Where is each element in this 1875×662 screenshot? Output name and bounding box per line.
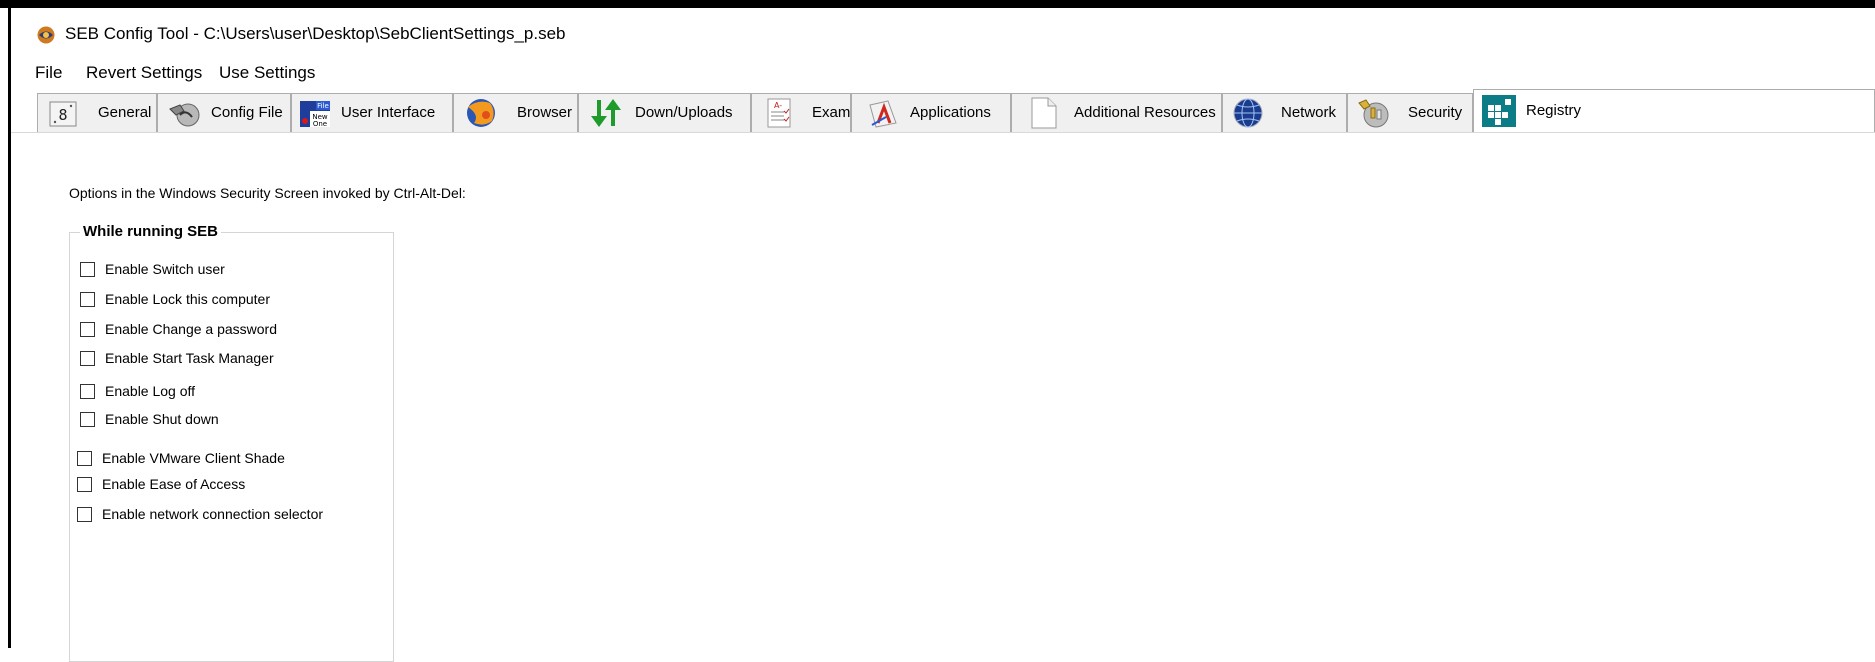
checkbox-label: Enable Shut down <box>105 411 219 427</box>
general-icon: 8 <box>49 101 77 127</box>
tab-label: Config File <box>211 104 283 121</box>
group-title: While running SEB <box>80 223 221 240</box>
tab-browser[interactable]: Browser <box>453 93 578 132</box>
tab-label: Browser <box>517 104 573 121</box>
checkbox-vmware-shade[interactable]: Enable VMware Client Shade <box>77 450 285 466</box>
checkbox-box[interactable] <box>80 350 95 366</box>
checkbox-box[interactable] <box>80 321 95 337</box>
tab-user-interface[interactable]: File New One User Interface <box>291 93 453 132</box>
down-uploads-icon <box>591 99 621 127</box>
app-window: SEB Config Tool - C:\Users\user\Desktop\… <box>11 8 1875 662</box>
checkbox-change-password[interactable]: Enable Change a password <box>80 321 277 337</box>
config-file-icon <box>169 103 200 127</box>
tab-label: User Interface <box>341 104 436 121</box>
checkbox-box[interactable] <box>77 506 92 522</box>
ctrl-alt-del-intro: Options in the Windows Security Screen i… <box>69 185 466 201</box>
checkbox-switch-user[interactable]: Enable Switch user <box>80 261 225 277</box>
tab-registry[interactable]: Registry <box>1473 89 1875 132</box>
browser-icon <box>467 99 495 127</box>
tab-label: Registry <box>1526 102 1582 119</box>
checkbox-box[interactable] <box>77 450 92 466</box>
applications-icon <box>869 100 897 128</box>
tab-label: General <box>98 104 152 121</box>
checkbox-label: Enable Ease of Access <box>102 476 246 492</box>
tab-config-file[interactable]: Config File <box>157 93 291 132</box>
checkbox-box[interactable] <box>80 411 95 427</box>
registry-icon <box>1482 95 1516 127</box>
svg-text:File: File <box>317 102 329 110</box>
tab-exam[interactable]: A- Exam <box>751 93 851 132</box>
checkbox-box[interactable] <box>80 383 95 399</box>
screen-edge-top <box>0 0 1875 8</box>
tab-additional-resources[interactable]: Additional Resources <box>1011 93 1222 132</box>
svg-text:8: 8 <box>58 106 67 124</box>
tab-label: Additional Resources <box>1074 104 1216 121</box>
network-icon <box>1233 98 1263 128</box>
checkbox-label: Enable Change a password <box>105 321 278 337</box>
tab-security[interactable]: Security <box>1347 93 1473 132</box>
checkbox-network-selector[interactable]: Enable network connection selector <box>77 506 323 522</box>
tab-applications[interactable]: Applications <box>851 93 1011 132</box>
tab-strip: 8 General Config File File New One User … <box>11 86 1875 132</box>
tab-label: Applications <box>910 104 991 121</box>
tab-label: Down/Uploads <box>635 104 733 121</box>
exam-icon: A- <box>767 98 791 128</box>
svg-text:One: One <box>313 120 327 128</box>
checkbox-label: Enable Lock this computer <box>105 291 270 307</box>
checkbox-box[interactable] <box>80 291 95 307</box>
menu-revert-settings[interactable]: Revert Settings <box>86 63 202 83</box>
checkbox-label: Enable Switch user <box>105 261 225 277</box>
checkbox-box[interactable] <box>80 261 95 277</box>
tab-label: Security <box>1408 104 1463 121</box>
checkbox-lock-computer[interactable]: Enable Lock this computer <box>80 291 270 307</box>
tab-down-uploads[interactable]: Down/Uploads <box>578 93 751 132</box>
window-title: SEB Config Tool - C:\Users\user\Desktop\… <box>65 24 566 43</box>
checkbox-shut-down[interactable]: Enable Shut down <box>80 411 219 427</box>
menu-use-settings[interactable]: Use Settings <box>219 63 315 83</box>
checkbox-log-off[interactable]: Enable Log off <box>80 383 195 399</box>
checkbox-label: Enable VMware Client Shade <box>102 450 285 466</box>
checkbox-label: Enable Log off <box>105 383 196 399</box>
while-running-seb-group: While running SEB Enable Switch user Ena… <box>69 223 394 662</box>
checkbox-label: Enable Start Task Manager <box>105 350 274 366</box>
checkbox-label: Enable network connection selector <box>102 506 324 522</box>
tab-label: Network <box>1281 104 1337 121</box>
user-interface-icon: File New One <box>300 101 330 128</box>
tab-network[interactable]: Network <box>1222 93 1347 132</box>
menu-bar: File Revert Settings Use Settings <box>11 58 1875 86</box>
checkbox-task-manager[interactable]: Enable Start Task Manager <box>80 350 274 366</box>
title-bar: SEB Config Tool - C:\Users\user\Desktop\… <box>11 8 1875 58</box>
registry-page: Options in the Windows Security Screen i… <box>11 132 1875 662</box>
seb-app-icon[interactable] <box>37 26 55 44</box>
document-icon <box>1031 97 1057 129</box>
svg-text:A-: A- <box>774 101 782 110</box>
checkbox-ease-of-access[interactable]: Enable Ease of Access <box>77 476 245 492</box>
security-keys-icon <box>1358 99 1389 128</box>
menu-file[interactable]: File <box>35 63 62 83</box>
tab-general[interactable]: 8 General <box>37 93 157 132</box>
checkbox-box[interactable] <box>77 476 92 492</box>
tab-label: Exam <box>812 104 851 121</box>
